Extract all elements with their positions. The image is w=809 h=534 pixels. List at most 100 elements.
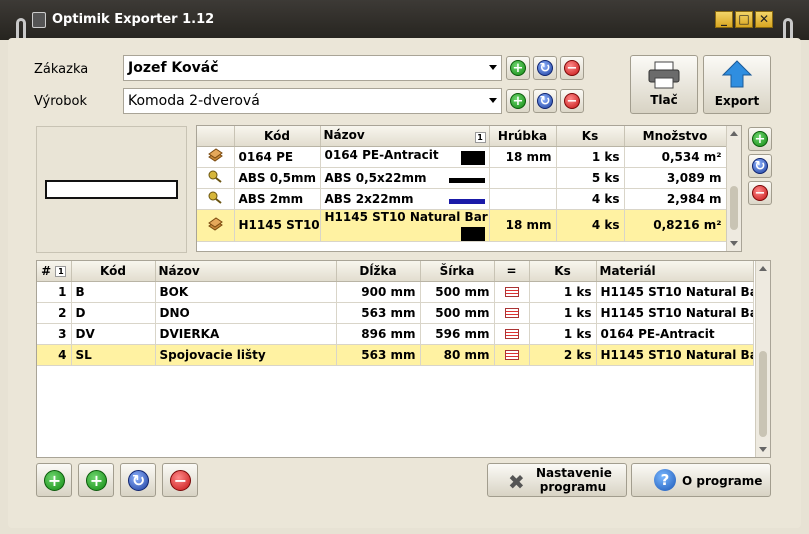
- part-row[interactable]: 1 B BOK 900 mm 500 mm 1 ks H1145 ST10 Natural …: [37, 281, 754, 303]
- scroll-up-icon[interactable]: [730, 131, 738, 136]
- close-button[interactable]: ✕: [755, 11, 773, 28]
- app-icon: [32, 12, 46, 28]
- material-code: ABS 2mm: [234, 188, 321, 210]
- material-quantity: 0,534 m²: [624, 146, 727, 168]
- part-width: 500 mm: [420, 302, 495, 324]
- grain-icon[interactable]: [494, 302, 530, 324]
- material-row[interactable]: ABS 2mm ABS 2x22mm 4 ks 2,984 m: [197, 188, 727, 210]
- plus-icon: +: [510, 60, 526, 76]
- material-swatch: [448, 177, 485, 183]
- minus-icon: −: [564, 60, 580, 76]
- column-header-ks[interactable]: Ks: [556, 126, 625, 147]
- add-multiple-parts-button[interactable]: +: [78, 463, 114, 497]
- part-material: H1145 ST10 Natural Bar...: [596, 281, 754, 303]
- column-header-code[interactable]: Kód: [71, 261, 156, 282]
- column-header-width[interactable]: Šírka: [420, 261, 495, 282]
- column-header-material[interactable]: Materiál: [596, 261, 754, 282]
- scroll-thumb[interactable]: [730, 186, 738, 230]
- column-header-grain[interactable]: =: [494, 261, 530, 282]
- material-ks: 1 ks: [556, 146, 625, 168]
- board-icon: [197, 146, 235, 168]
- material-name-text: ABS 0,5x22mm: [324, 170, 427, 185]
- part-name: DVIERKA: [155, 323, 337, 345]
- column-header-quantity[interactable]: Množstvo: [624, 126, 727, 147]
- add-product-button[interactable]: +: [506, 89, 530, 113]
- remove-part-button[interactable]: −: [162, 463, 198, 497]
- remove-material-button[interactable]: −: [748, 181, 772, 205]
- minus-icon: −: [170, 470, 191, 491]
- grain-icon[interactable]: [494, 344, 530, 366]
- refresh-customer-button[interactable]: ↻: [533, 56, 557, 80]
- part-code: SL: [71, 344, 156, 366]
- add-material-button[interactable]: +: [748, 127, 772, 151]
- chevron-down-icon[interactable]: [489, 65, 497, 70]
- title-bar: Optimik Exporter 1.12 _ □ ✕: [0, 0, 809, 40]
- material-row[interactable]: ABS 0,5mm ABS 0,5x22mm 5 ks 3,089 m: [197, 167, 727, 189]
- material-row[interactable]: 0164 PE 0164 PE-Antracit 18 mm 1 ks 0,534 m²: [197, 146, 727, 168]
- help-icon: ?: [654, 469, 676, 491]
- refresh-parts-button[interactable]: ↻: [120, 463, 156, 497]
- grain-icon[interactable]: [494, 323, 530, 345]
- material-name-text: ABS 2x22mm: [324, 191, 414, 206]
- parts-scrollbar[interactable]: [755, 261, 770, 457]
- material-name-text: H1145 ST10 Natural Bar: [324, 209, 488, 224]
- customer-combo[interactable]: Jozef Kováč: [123, 55, 502, 81]
- part-length: 896 mm: [336, 323, 421, 345]
- refresh-material-button[interactable]: ↻: [748, 154, 772, 178]
- add-part-button[interactable]: +: [36, 463, 72, 497]
- grain-direction-icon: [504, 329, 519, 339]
- parts-table[interactable]: # 1 Kód Názov Dĺžka Šírka = Ks Materiál …: [36, 260, 771, 458]
- maximize-button[interactable]: □: [735, 11, 753, 28]
- scroll-up-icon[interactable]: [759, 266, 767, 271]
- add-customer-button[interactable]: +: [506, 56, 530, 80]
- material-code: ABS 0,5mm: [234, 167, 321, 189]
- export-button[interactable]: Export: [703, 55, 771, 114]
- scroll-down-icon[interactable]: [759, 447, 767, 452]
- column-header-ks[interactable]: Ks: [529, 261, 597, 282]
- grain-icon[interactable]: [494, 281, 530, 303]
- printer-icon: [648, 61, 680, 89]
- product-value: Komoda 2-dverová: [128, 93, 260, 109]
- about-button[interactable]: ? O programe: [631, 463, 771, 497]
- minimize-button[interactable]: _: [715, 11, 733, 28]
- material-swatch: [460, 151, 485, 165]
- scroll-down-icon[interactable]: [730, 241, 738, 246]
- refresh-icon: ↻: [128, 470, 149, 491]
- part-width: 596 mm: [420, 323, 495, 345]
- plus-icon: +: [44, 470, 65, 491]
- materials-table[interactable]: Kód Názov 1 Hrúbka Ks Množstvo 0164 PE 01…: [196, 125, 742, 252]
- part-material: H1145 ST10 Natural Bar...: [596, 302, 754, 324]
- column-header-code[interactable]: Kód: [234, 126, 321, 147]
- part-preview-shape: [45, 180, 178, 199]
- chevron-down-icon[interactable]: [489, 98, 497, 103]
- part-name: Spojovacie lišty: [155, 344, 337, 366]
- material-quantity: 0,8216 m²: [624, 209, 727, 242]
- scroll-thumb[interactable]: [759, 351, 767, 437]
- materials-scrollbar[interactable]: [726, 126, 741, 251]
- print-button[interactable]: Tlač: [630, 55, 698, 114]
- part-number: 4: [37, 344, 72, 366]
- material-thickness: 18 mm: [489, 146, 557, 168]
- settings-button[interactable]: ✖ Nastavenie programu: [487, 463, 627, 497]
- about-label: O programe: [682, 474, 763, 488]
- part-row[interactable]: 2 D DNO 563 mm 500 mm 1 ks H1145 ST10 Natural …: [37, 302, 754, 324]
- remove-product-button[interactable]: −: [560, 89, 584, 113]
- material-ks: 4 ks: [556, 188, 625, 210]
- minus-icon: −: [752, 185, 768, 201]
- plus-icon: +: [752, 131, 768, 147]
- column-header-thickness[interactable]: Hrúbka: [489, 126, 557, 147]
- column-header-icon[interactable]: [197, 126, 235, 147]
- column-header-number[interactable]: # 1: [37, 261, 72, 282]
- material-row[interactable]: H1145 ST10 H1145 ST10 Natural Bar 18 mm 4 k…: [197, 209, 727, 242]
- part-row[interactable]: 3 DV DVIERKA 896 mm 596 mm 1 ks 0164 PE-Antrac…: [37, 323, 754, 345]
- refresh-product-button[interactable]: ↻: [533, 89, 557, 113]
- part-row[interactable]: 4 SL Spojovacie lišty 563 mm 80 mm 2 ks H1145 …: [37, 344, 754, 366]
- edge-icon: [197, 188, 235, 210]
- column-header-length[interactable]: Dĺžka: [336, 261, 421, 282]
- column-header-name[interactable]: Názov: [155, 261, 337, 282]
- column-header-name[interactable]: Názov 1: [320, 126, 490, 147]
- remove-customer-button[interactable]: −: [560, 56, 584, 80]
- material-ks: 5 ks: [556, 167, 625, 189]
- sort-icon: 1: [474, 132, 486, 144]
- product-combo[interactable]: Komoda 2-dverová: [123, 88, 502, 114]
